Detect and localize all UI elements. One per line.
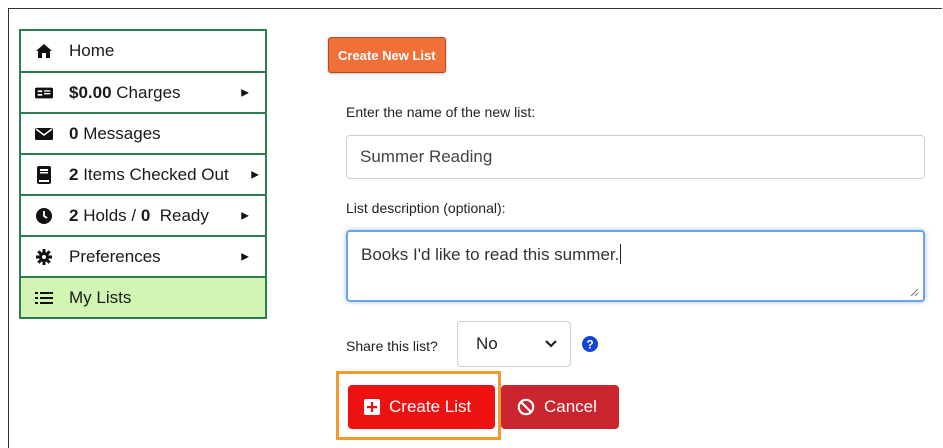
caret-right-icon: ▶ — [241, 210, 249, 221]
ban-icon — [517, 398, 535, 416]
sidebar-item-label: Home — [69, 41, 115, 60]
caret-right-icon: ▶ — [241, 87, 249, 98]
cancel-button[interactable]: Cancel — [501, 385, 619, 429]
sidebar-item-label: 2 Holds / 0 Ready — [69, 205, 209, 225]
gear-icon — [35, 248, 53, 266]
text-cursor — [620, 244, 622, 264]
description-text: Books I'd like to read this summer. — [361, 245, 620, 264]
resize-handle-icon[interactable] — [909, 287, 919, 297]
cancel-label: Cancel — [544, 397, 597, 416]
create-list-button[interactable]: Create List — [348, 385, 495, 429]
create-list-label: Create List — [389, 397, 472, 416]
svg-text:?: ? — [586, 338, 593, 352]
share-select-value: No — [476, 334, 498, 353]
list-name-label: Enter the name of the new list: — [346, 104, 536, 120]
money-card-icon — [35, 84, 53, 102]
list-name-input[interactable]: Summer Reading — [346, 135, 925, 179]
sidebar-item-charges[interactable]: $0.00 Charges ▶ — [19, 71, 267, 114]
sidebar-item-checked-out[interactable]: 2 Items Checked Out ▶ — [19, 153, 267, 196]
create-new-list-button[interactable]: Create New List — [328, 37, 446, 73]
share-list-label: Share this list? — [346, 338, 438, 354]
envelope-icon — [35, 125, 53, 143]
clock-icon — [35, 207, 53, 225]
caret-right-icon: ▶ — [241, 251, 249, 262]
account-sidebar: Home $0.00 Charges ▶ 0 Messages 2 Items … — [19, 29, 267, 319]
chevron-down-icon — [545, 340, 557, 348]
list-description-textarea[interactable]: Books I'd like to read this summer. — [346, 230, 925, 302]
share-list-select[interactable]: No — [457, 321, 571, 367]
sidebar-item-label: $0.00 Charges — [69, 82, 181, 102]
sidebar-item-preferences[interactable]: Preferences ▶ — [19, 235, 267, 278]
book-icon — [35, 165, 53, 184]
sidebar-item-label: My Lists — [69, 287, 132, 307]
help-icon[interactable]: ? — [582, 336, 598, 352]
sidebar-item-label: 0 Messages — [69, 123, 161, 143]
sidebar-item-holds[interactable]: 2 Holds / 0 Ready ▶ — [19, 194, 267, 237]
list-description-label: List description (optional): — [346, 200, 506, 216]
list-icon — [35, 289, 53, 307]
sidebar-item-home[interactable]: Home — [19, 29, 267, 73]
plus-square-icon — [364, 399, 380, 415]
sidebar-item-label: Preferences — [69, 246, 161, 266]
sidebar-item-messages[interactable]: 0 Messages — [19, 112, 267, 155]
home-icon — [35, 42, 53, 60]
sidebar-item-label: 2 Items Checked Out — [69, 164, 229, 184]
sidebar-item-my-lists[interactable]: My Lists — [19, 276, 267, 319]
caret-right-icon: ▶ — [251, 169, 259, 180]
